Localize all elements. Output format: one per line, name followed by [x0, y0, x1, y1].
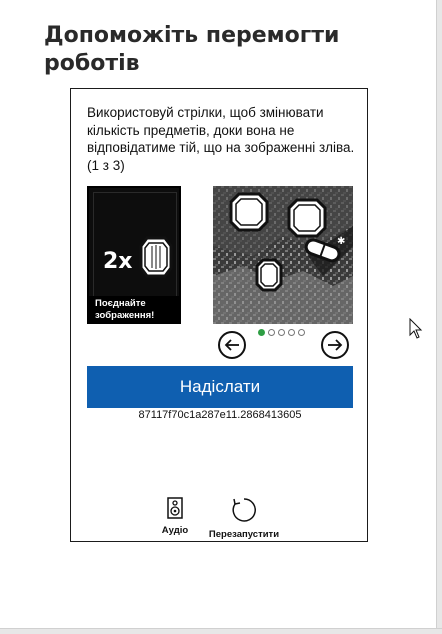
pagination-dot — [298, 329, 305, 336]
window-right-edge — [436, 0, 442, 633]
page-title: Допоможіть перемогти роботів — [44, 23, 340, 76]
audio-label: Аудіо — [161, 525, 189, 536]
example-count-text: 2x — [103, 249, 133, 274]
arrow-right-icon — [328, 339, 343, 351]
speaker-icon — [167, 497, 183, 519]
puzzle-image: ✱ — [213, 186, 353, 324]
arrow-left-icon — [224, 339, 239, 351]
window-bottom-edge — [0, 628, 442, 634]
pagination-dots — [258, 329, 305, 339]
submit-button[interactable]: Надіслати — [87, 366, 353, 408]
gem-icon — [229, 192, 269, 232]
example-caption: Поєднайте зображення! — [89, 296, 179, 322]
mouse-cursor-icon — [409, 318, 423, 339]
next-button[interactable] — [321, 331, 349, 359]
gem-icon — [139, 236, 173, 278]
restart-button[interactable]: Перезапустити — [202, 497, 286, 540]
audio-button[interactable]: Аудіо — [155, 497, 195, 536]
captcha-instructions: Використовуй стрілки, щоб змінювати кіль… — [87, 105, 355, 173]
svg-text:✱: ✱ — [337, 236, 345, 247]
example-image: 2x Поєднайте зображення! — [87, 186, 181, 324]
restart-label: Перезапустити — [208, 529, 280, 540]
pagination-dot — [268, 329, 275, 336]
previous-button[interactable] — [218, 331, 246, 359]
gem-icon — [255, 258, 283, 292]
gem-icon — [287, 198, 327, 238]
pagination-dot — [288, 329, 295, 336]
restart-icon — [232, 498, 256, 522]
pagination-dot — [258, 329, 265, 336]
session-id: 87117f70c1a287e11.2868413605 — [138, 409, 302, 421]
captcha-panel: Використовуй стрілки, щоб змінювати кіль… — [70, 88, 368, 542]
pagination-dot — [278, 329, 285, 336]
